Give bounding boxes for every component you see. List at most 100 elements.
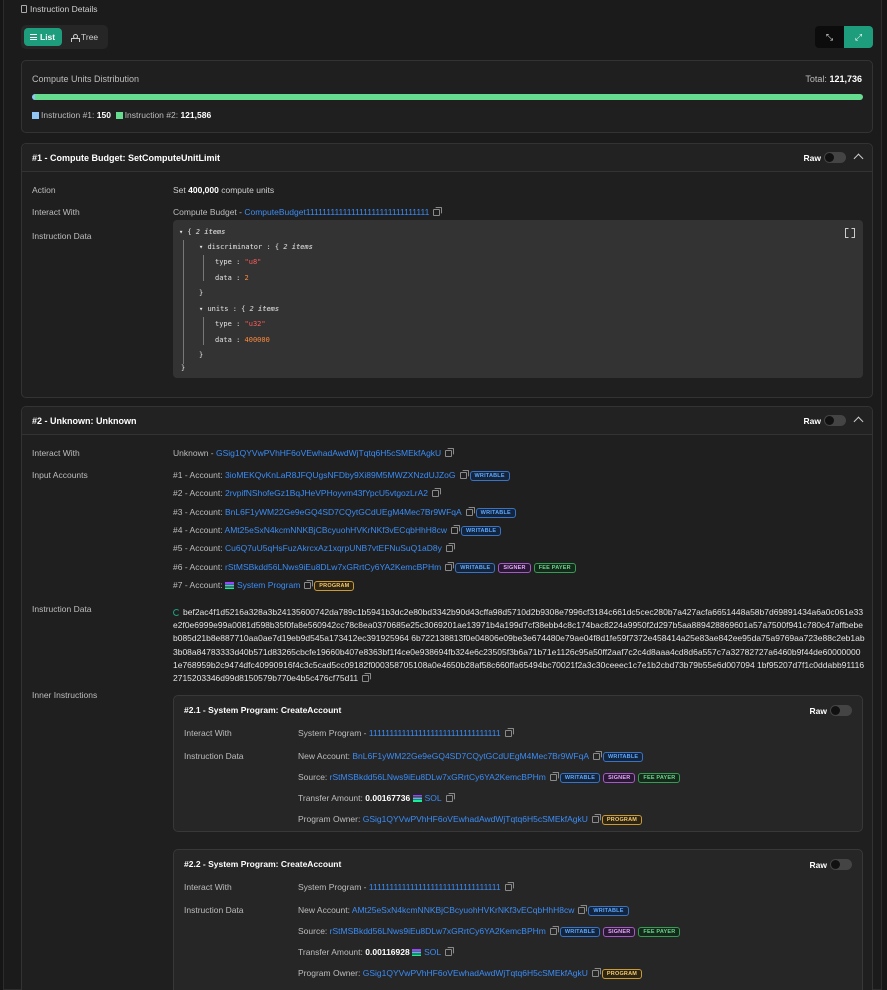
raw-switch[interactable]	[830, 859, 852, 870]
json-guide	[203, 317, 204, 345]
copy-icon[interactable]	[445, 561, 455, 571]
writable-badge: WRITABLE	[588, 906, 629, 916]
instruction-1-card: #1 - Compute Budget: SetComputeUnitLimit…	[21, 143, 873, 398]
json-root[interactable]: ▾ { 2 items	[179, 228, 225, 236]
json-units[interactable]: ▾ units : { 2 items	[199, 305, 279, 313]
instruction-1-header[interactable]: #1 - Compute Budget: SetComputeUnitLimit…	[22, 144, 872, 172]
json-key: type	[215, 258, 232, 266]
chevron-up-icon[interactable]	[853, 416, 864, 427]
raw-switch[interactable]	[824, 415, 846, 426]
copy-icon[interactable]	[578, 905, 588, 914]
copy-icon[interactable]	[459, 470, 469, 479]
copy-icon[interactable]	[504, 882, 514, 891]
raw-switch[interactable]	[824, 152, 846, 163]
signer-badge: SIGNER	[498, 562, 531, 573]
account-address-link[interactable]: Cu6Q7uU5qHsFuzAkrcxAz1xqrpUNB7vtEFNuSuQ1…	[225, 543, 442, 553]
solana-icon	[412, 949, 422, 956]
raw-toggle[interactable]: Raw	[810, 859, 852, 870]
new-account-link[interactable]: BnL6F1yWM22Ge9eGQ4SD7CQytGCdUEgM4Mec7Br9…	[352, 751, 589, 761]
copy-icon[interactable]	[445, 793, 455, 802]
json-row: type : "u8"	[215, 258, 262, 266]
writable-badge: WRITABLE	[461, 525, 502, 536]
instruction-2-title: #2 - Unknown: Unknown	[32, 416, 137, 426]
json-discriminator[interactable]: ▾ discriminator : { 2 items	[199, 243, 313, 251]
program-owner-link[interactable]: GSig1QYVwPVhHF6oVEwhadAwdWjTqtq6H5cSMEkf…	[363, 968, 588, 978]
raw-label: Raw	[809, 860, 827, 870]
action-value: Set 400,000 compute units	[173, 185, 274, 195]
copy-icon[interactable]	[591, 814, 601, 823]
source-link[interactable]: rStMSBkdd56LNws9iEu8DLw7xGRrtCy6YA2KemcB…	[330, 926, 546, 936]
sol-link[interactable]: SOL	[425, 793, 442, 803]
account-address-link[interactable]: rStMSBkdd56LNws9iEu8DLw7xGRrtCy6YA2KemcB…	[225, 562, 441, 572]
copy-icon[interactable]	[445, 543, 455, 553]
raw-toggle[interactable]: Raw	[804, 152, 846, 163]
program-badge: PROGRAM	[601, 969, 643, 979]
interact-address-link[interactable]: GSig1QYVwPVhHF6oVEwhadAwdWjTqtq6H5cSMEkf…	[216, 448, 441, 458]
source-link[interactable]: rStMSBkdd56LNws9iEu8DLw7xGRrtCy6YA2KemcB…	[330, 772, 546, 782]
account-prefix: #1 - Account:	[173, 470, 223, 480]
new-account-link[interactable]: AMt25eSxN4kcmNNKBjCBcyuohHVKrNKf3vECqbHh…	[352, 905, 575, 915]
program-owner-link[interactable]: GSig1QYVwPVhHF6oVEwhadAwdWjTqtq6H5cSMEkf…	[363, 814, 588, 824]
interact-address-link[interactable]: 11111111111111111111111111111111	[369, 882, 501, 892]
copy-icon[interactable]	[465, 506, 475, 516]
interact-address-link[interactable]: ComputeBudget111111111111111111111111111…	[244, 207, 429, 217]
interact-program-name: Compute Budget -	[173, 207, 242, 217]
writable-badge: WRITABLE	[469, 471, 510, 481]
copy-icon[interactable]	[433, 207, 443, 216]
panel-header: Instruction Details	[21, 4, 98, 14]
copy-icon[interactable]	[591, 968, 601, 977]
copy-icon[interactable]	[362, 673, 372, 683]
interact-address-link[interactable]: 11111111111111111111111111111111	[369, 728, 501, 738]
account-row: #1 - Account: 3ioMEKQvKnLaR8JFQUgsNFDby9…	[173, 470, 510, 481]
instruction-details-panel: Instruction Details List Tree ⤡ ⤢ Comput…	[3, 0, 882, 990]
json-value: 400000	[244, 336, 270, 344]
cu-bar-instruction-2	[35, 94, 863, 100]
account-address-link[interactable]: System Program	[237, 580, 300, 590]
json-key: units	[207, 305, 229, 313]
account-address-link[interactable]: BnL6F1yWM22Ge9eGQ4SD7CQytGCdUEgM4Mec7Br9…	[225, 507, 462, 517]
panel-title: Instruction Details	[30, 4, 98, 14]
transfer-amount-value: 0.00116928	[365, 947, 410, 957]
json-guide	[183, 240, 184, 364]
hex-text: bef2ac4f1d5216a328a3b24135600742da789c1b…	[173, 607, 865, 684]
json-viewer: ▾ { 2 items ▾ discriminator : { 2 items …	[173, 220, 863, 378]
instruction-data-label: Instruction Data	[184, 905, 244, 915]
writable-badge: WRITABLE	[475, 507, 516, 518]
raw-switch[interactable]	[830, 705, 852, 716]
account-address-link[interactable]: 3ioMEKQvKnLaR8JFQUgsNFDby9Xi89M5MWZXNzdU…	[225, 470, 456, 480]
solana-icon	[225, 581, 234, 589]
copy-icon[interactable]	[593, 751, 603, 760]
copy-icon[interactable]	[451, 524, 461, 534]
collapse-all-button[interactable]: ⤡	[815, 26, 844, 48]
raw-toggle[interactable]: Raw	[804, 415, 846, 426]
cu-legend: Instruction #1: 150 Instruction #2: 121,…	[32, 110, 211, 120]
copy-icon[interactable]	[549, 926, 559, 935]
fullscreen-icon[interactable]	[845, 228, 853, 236]
account-address-link[interactable]: 2rvpifNShofeGz1BqJHeVPHoyvm43fYpcU5vtgoz…	[225, 488, 428, 498]
fee-payer-badge: FEE PAYER	[638, 773, 681, 783]
chevron-up-icon[interactable]	[853, 153, 864, 164]
sol-link[interactable]: SOL	[424, 947, 441, 957]
refresh-icon[interactable]	[173, 609, 180, 616]
json-key: data	[215, 274, 232, 282]
interact-with-value: System Program - 11111111111111111111111…	[298, 728, 514, 738]
copy-icon[interactable]	[304, 579, 314, 589]
copy-icon[interactable]	[432, 488, 441, 498]
copy-icon[interactable]	[445, 947, 455, 956]
copy-icon[interactable]	[549, 772, 559, 781]
tree-view-button[interactable]: Tree	[65, 28, 105, 46]
cu-distribution-bar	[32, 94, 863, 100]
raw-label: Raw	[803, 416, 821, 426]
tree-icon	[71, 34, 80, 42]
list-view-button[interactable]: List	[24, 28, 62, 46]
interact-program-name: System Program -	[298, 728, 367, 738]
copy-icon[interactable]	[445, 448, 455, 457]
instruction-2-header[interactable]: #2 - Unknown: Unknown Raw	[22, 407, 872, 435]
copy-icon[interactable]	[504, 728, 514, 737]
json-close: }	[181, 364, 186, 372]
raw-toggle[interactable]: Raw	[810, 705, 852, 716]
inner-instruction-2-1: #2.1 - System Program: CreateAccount Raw…	[173, 695, 863, 832]
json-value: "u8"	[244, 258, 262, 266]
account-address-link[interactable]: AMt25eSxN4kcmNNKBjCBcyuohHVKrNKf3vECqbHh…	[225, 525, 448, 535]
expand-all-button[interactable]: ⤢	[844, 26, 873, 48]
